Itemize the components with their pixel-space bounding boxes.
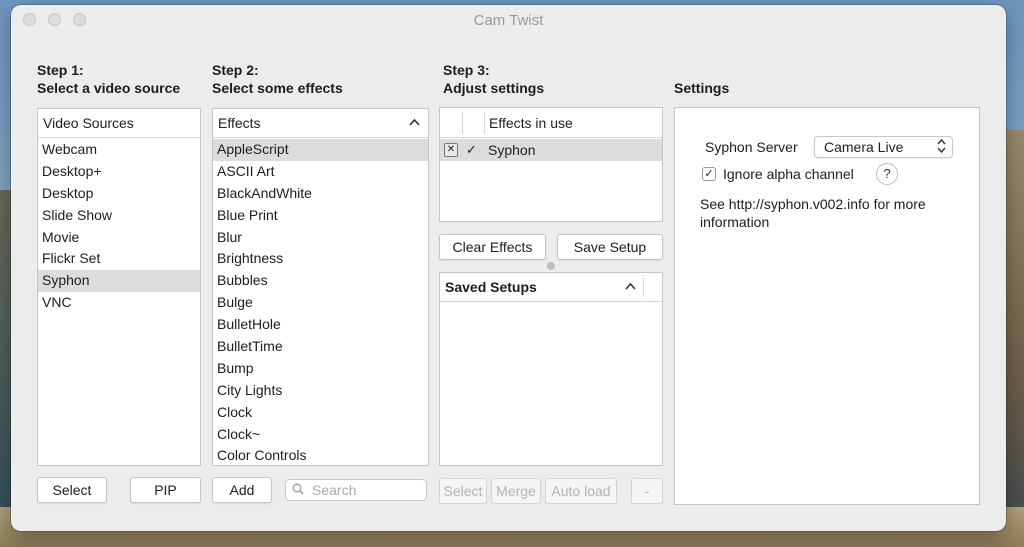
effects-in-use-table[interactable]: Effects in use ✕ ✓ Syphon xyxy=(439,107,663,222)
clear-effects-button[interactable]: Clear Effects xyxy=(439,234,546,260)
search-placeholder: Search xyxy=(312,482,357,498)
video-sources-header-label: Video Sources xyxy=(43,115,134,131)
step2-description: Select some effects xyxy=(212,80,343,96)
effect-item[interactable]: ASCII Art xyxy=(213,161,428,183)
ignore-alpha-checkbox[interactable]: ✓ xyxy=(702,167,716,181)
video-sources-list[interactable]: Video Sources Webcam Desktop+ Desktop Sl… xyxy=(37,108,201,466)
syphon-info-text: See http://syphon.v002.info for more inf… xyxy=(700,196,926,230)
effects-in-use-header-label: Effects in use xyxy=(489,115,573,131)
video-sources-header[interactable]: Video Sources xyxy=(38,109,200,138)
video-sources-items: Webcam Desktop+ Desktop Slide Show Movie… xyxy=(38,138,200,314)
step2-number: Step 2: xyxy=(212,62,259,78)
video-source-item[interactable]: Desktop xyxy=(38,183,200,205)
merge-setup-button[interactable]: Merge xyxy=(491,478,541,504)
settings-panel: Syphon Server Camera Live ✓ Ignore alpha… xyxy=(674,107,980,505)
effects-in-use-header: Effects in use xyxy=(440,108,662,138)
effect-item[interactable]: Bulge xyxy=(213,292,428,314)
remove-effect-icon[interactable]: ✕ xyxy=(444,143,458,157)
save-setup-button[interactable]: Save Setup xyxy=(557,234,663,260)
pip-button[interactable]: PIP xyxy=(130,477,201,503)
video-source-item[interactable]: VNC xyxy=(38,292,200,314)
step3-description: Adjust settings xyxy=(443,80,545,96)
remove-setup-button[interactable]: - xyxy=(631,478,663,504)
video-source-item[interactable]: Slide Show xyxy=(38,205,200,227)
step3-number: Step 3: xyxy=(443,62,490,78)
effects-header-label: Effects xyxy=(218,115,261,131)
step2-heading: Step 2: Select some effects xyxy=(212,61,343,97)
updown-arrows-icon xyxy=(937,138,946,156)
step1-number: Step 1: xyxy=(37,62,84,78)
ignore-alpha-label: Ignore alpha channel xyxy=(723,166,854,182)
select-source-button[interactable]: Select xyxy=(37,477,107,503)
add-effect-button[interactable]: Add xyxy=(212,477,272,503)
effect-item-selected[interactable]: AppleScript xyxy=(213,139,428,161)
effect-item[interactable]: Brightness xyxy=(213,248,428,270)
effect-item[interactable]: Blue Print xyxy=(213,205,428,227)
effects-header[interactable]: Effects xyxy=(213,109,428,138)
chevron-up-icon[interactable] xyxy=(409,114,420,129)
settings-heading: Settings xyxy=(674,80,730,96)
chevron-up-icon[interactable] xyxy=(625,278,636,293)
effect-in-use-name: Syphon xyxy=(488,142,536,158)
video-source-item[interactable]: Webcam xyxy=(38,139,200,161)
effect-in-use-row[interactable]: ✕ ✓ Syphon xyxy=(440,139,662,161)
syphon-server-value: Camera Live xyxy=(824,139,904,155)
video-source-item[interactable]: Flickr Set xyxy=(38,248,200,270)
step1-description: Select a video source xyxy=(37,80,181,96)
help-icon[interactable]: ? xyxy=(876,163,898,185)
saved-setups-header[interactable]: Saved Setups xyxy=(440,273,662,302)
step3-heading: Step 3: Adjust settings xyxy=(443,61,544,97)
video-source-item[interactable]: Desktop+ xyxy=(38,161,200,183)
effect-item[interactable]: Color Controls xyxy=(213,445,428,465)
effect-item[interactable]: BulletTime xyxy=(213,336,428,358)
splitter-handle[interactable] xyxy=(547,262,555,270)
search-icon xyxy=(292,483,304,495)
step1-heading: Step 1: Select a video source xyxy=(37,61,180,97)
effect-item[interactable]: Bump xyxy=(213,358,428,380)
video-source-item-selected[interactable]: Syphon xyxy=(38,270,200,293)
syphon-server-select[interactable]: Camera Live xyxy=(814,136,953,158)
effect-item[interactable]: Clock xyxy=(213,402,428,424)
effect-item[interactable]: Bubbles xyxy=(213,270,428,292)
checkmark-icon[interactable]: ✓ xyxy=(466,142,477,158)
effect-item[interactable]: Clock~ xyxy=(213,424,428,446)
effect-item[interactable]: BulletHole xyxy=(213,314,428,336)
video-source-item[interactable]: Movie xyxy=(38,227,200,249)
effects-items: AppleScript ASCII Art BlackAndWhite Blue… xyxy=(213,138,428,465)
effects-list[interactable]: Effects AppleScript ASCII Art BlackAndWh… xyxy=(212,108,429,466)
select-setup-button[interactable]: Select xyxy=(439,478,487,504)
saved-setups-header-label: Saved Setups xyxy=(445,279,537,295)
autoload-setup-button[interactable]: Auto load xyxy=(545,478,617,504)
saved-setups-list[interactable]: Saved Setups xyxy=(439,272,663,466)
effects-search-input[interactable]: Search xyxy=(285,479,427,501)
title-bar: Cam Twist xyxy=(11,5,1006,35)
effect-item[interactable]: Blur xyxy=(213,227,428,249)
camtwist-window: Cam Twist Step 1: Select a video source … xyxy=(11,5,1006,531)
window-title: Cam Twist xyxy=(473,12,544,29)
effect-item[interactable]: BlackAndWhite xyxy=(213,183,428,205)
syphon-server-label: Syphon Server xyxy=(705,139,798,155)
effect-item[interactable]: City Lights xyxy=(213,380,428,402)
